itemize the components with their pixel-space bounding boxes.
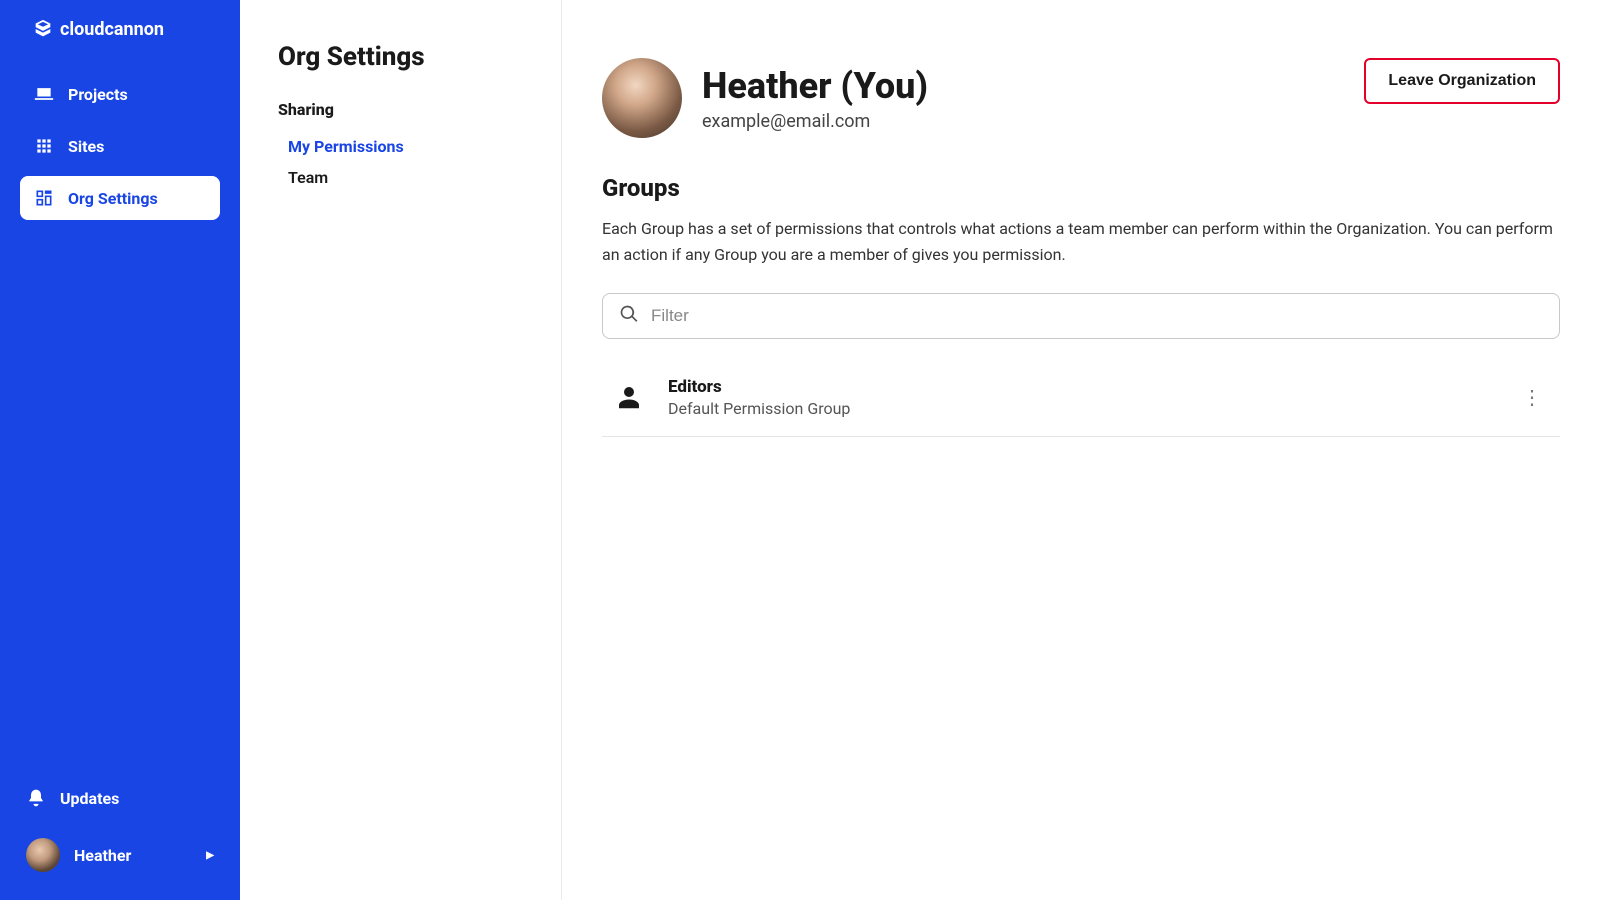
- subnav-title: Org Settings: [278, 42, 523, 72]
- leave-organization-button[interactable]: Leave Organization: [1364, 58, 1560, 104]
- user-avatar-icon: [26, 838, 60, 872]
- user-menu[interactable]: Heather ▶: [20, 828, 220, 882]
- laptop-icon: [34, 84, 54, 104]
- profile-avatar-icon: [602, 58, 682, 138]
- subnav: Org Settings Sharing My Permissions Team: [240, 0, 562, 900]
- profile-header: Heather (You) example@email.com Leave Or…: [602, 58, 1560, 138]
- brand-mark-icon: [32, 18, 54, 40]
- subnav-section: Sharing: [278, 100, 523, 119]
- brand-logo[interactable]: cloudcannon: [32, 18, 220, 40]
- profile-name: Heather (You): [702, 65, 928, 107]
- more-menu-icon[interactable]: ⋮: [1514, 387, 1550, 407]
- groups-title: Groups: [602, 174, 1560, 202]
- grid-icon: [34, 136, 54, 156]
- person-icon: [612, 382, 646, 412]
- user-name: Heather: [74, 846, 131, 865]
- filter-wrap: [602, 293, 1560, 339]
- brand-name: cloudcannon: [60, 19, 164, 40]
- updates-link[interactable]: Updates: [20, 778, 220, 818]
- profile-email: example@email.com: [702, 111, 928, 132]
- nav-item-label: Sites: [68, 137, 104, 156]
- nav-item-sites[interactable]: Sites: [20, 124, 220, 168]
- subnav-item-team[interactable]: Team: [278, 162, 523, 193]
- group-name: Editors: [668, 377, 850, 397]
- nav-item-label: Projects: [68, 85, 128, 104]
- nav-item-org-settings[interactable]: Org Settings: [20, 176, 220, 220]
- nav: Projects Sites Org Settings: [20, 72, 220, 220]
- group-subtitle: Default Permission Group: [668, 399, 850, 418]
- search-icon: [619, 304, 639, 328]
- filter-input[interactable]: [651, 306, 1543, 326]
- subnav-item-my-permissions[interactable]: My Permissions: [278, 131, 523, 162]
- groups-description: Each Group has a set of permissions that…: [602, 216, 1560, 269]
- nav-item-projects[interactable]: Projects: [20, 72, 220, 116]
- settings-icon: [34, 188, 54, 208]
- main: Heather (You) example@email.com Leave Or…: [562, 0, 1600, 900]
- chevron-right-icon: ▶: [206, 850, 214, 861]
- bell-icon: [26, 788, 46, 808]
- updates-label: Updates: [60, 789, 119, 808]
- sidebar-bottom: Updates Heather ▶: [20, 778, 220, 882]
- group-row[interactable]: Editors Default Permission Group ⋮: [602, 363, 1560, 437]
- sidebar: cloudcannon Projects Sites Org Settings: [0, 0, 240, 900]
- nav-item-label: Org Settings: [68, 189, 158, 208]
